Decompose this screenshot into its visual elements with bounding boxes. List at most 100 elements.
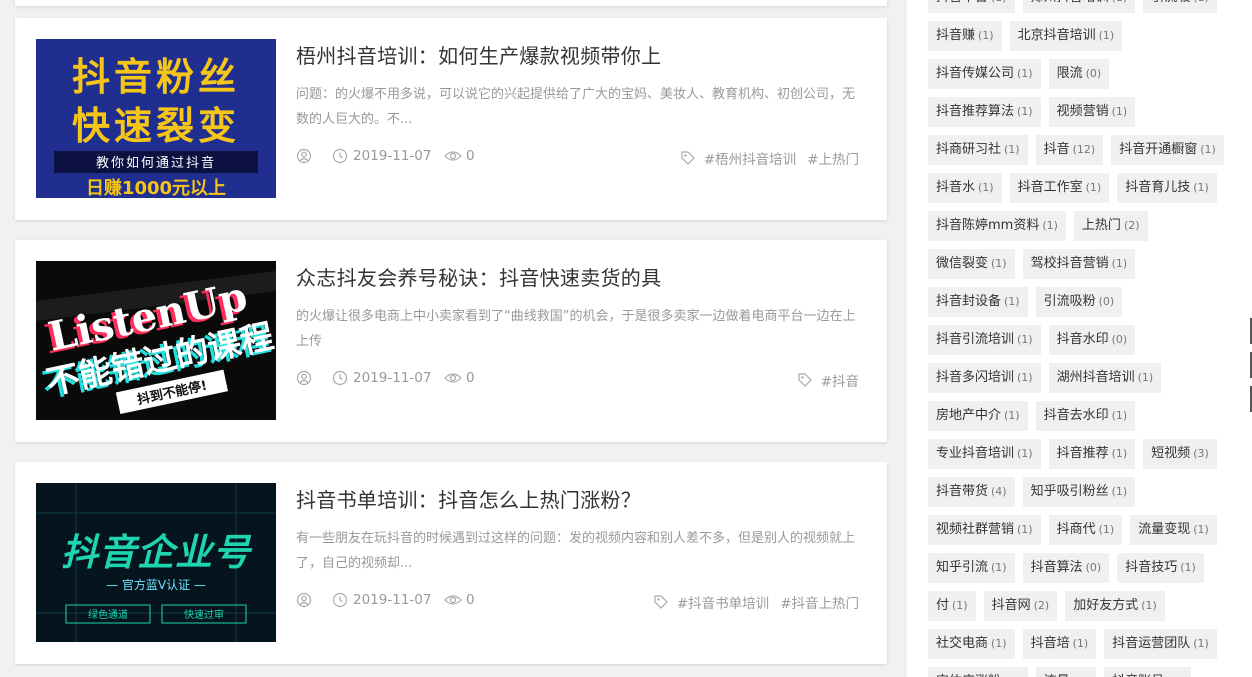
tag-cloud-item[interactable]: 流量(1) xyxy=(1035,667,1097,677)
user-icon[interactable] xyxy=(296,148,312,164)
tag-cloud-item[interactable]: 郑州抖音培训(1) xyxy=(1022,0,1136,13)
tag-cloud-item[interactable]: 抖音推荐 (1) xyxy=(1048,439,1136,469)
tag-cloud-item[interactable]: 抖音水 (1) xyxy=(928,173,1002,203)
tag-cloud-item[interactable]: 抖音多闪培训 (1) xyxy=(928,363,1041,393)
tag-cloud-name: 抖音引流培训 xyxy=(936,332,1015,347)
tag-cloud-item[interactable]: 付 (1) xyxy=(928,591,976,621)
tag-cloud-item[interactable]: 抖音开通橱窗 (1) xyxy=(1111,135,1224,165)
post-thumbnail[interactable]: 抖音粉丝 快速裂变 教你如何通过抖音 日赚1000元以上 xyxy=(36,39,276,198)
post-date: 2019-11-07 xyxy=(353,592,432,608)
tag-cloud-count: (1) xyxy=(1111,409,1128,422)
post-views: 0 xyxy=(466,148,475,164)
post-thumbnail[interactable]: ListenUp ListenUp 不能错过的课程 不能错过的课程 抖到不能停! xyxy=(36,261,276,420)
tag-cloud-item[interactable]: 抖音培 (1) xyxy=(1022,629,1097,659)
tag-cloud-item[interactable]: 实体店涨粉(1) xyxy=(928,667,1028,677)
tag-cloud-count: (1) xyxy=(952,599,968,612)
tag-cloud-item[interactable]: 流量变现 (1) xyxy=(1130,515,1217,545)
post-meta: 2019-11-07 0 #抖音书单培训 #抖音上热门 xyxy=(296,592,859,612)
tag-cloud-item[interactable]: 抖音推荐算法 (1) xyxy=(928,97,1041,127)
user-icon[interactable] xyxy=(296,592,312,608)
tag-cloud-item[interactable]: 抖音陈婷mm资料 (1) xyxy=(928,211,1066,241)
tag-cloud-count: (1) xyxy=(1017,371,1033,384)
tag-cloud-item[interactable]: 驾校抖音营销 (1) xyxy=(1022,249,1136,279)
tag-cloud-count: (1) xyxy=(978,181,994,194)
tag-cloud-item[interactable]: 知乎引流 (1) xyxy=(928,553,1015,583)
post-tag-link[interactable]: #梧州抖音培训 xyxy=(704,148,796,168)
tag-cloud-item[interactable]: 房地产中介 (1) xyxy=(928,401,1028,431)
tag-cloud-count: (1) xyxy=(1141,599,1157,612)
tag-cloud-count: (1) xyxy=(991,0,1007,4)
thumb-line3: 绿色通道 xyxy=(88,608,128,621)
post-meta: 2019-11-07 0 #梧州抖音培训 #上热门 xyxy=(296,148,859,168)
tag-cloud-item[interactable]: 湖州抖音培训 (1) xyxy=(1048,363,1162,393)
tag-cloud-item[interactable]: 视频社群营销 (1) xyxy=(928,515,1041,545)
user-icon[interactable] xyxy=(296,370,312,386)
tag-cloud-item[interactable]: 短视频 (3) xyxy=(1143,439,1217,469)
tag-cloud-item[interactable]: 抖音工作室 (1) xyxy=(1009,173,1110,203)
tag-cloud-item[interactable]: 社交电商 (1) xyxy=(928,629,1015,659)
post-tag-link[interactable]: #抖音 xyxy=(821,370,859,390)
tag-cloud-item[interactable]: 抖音引流培训 (1) xyxy=(928,325,1041,355)
tag-icon xyxy=(680,150,696,166)
tag-cloud-name: 流量变现 xyxy=(1138,522,1191,537)
thumb-line4: 快速过审 xyxy=(184,608,224,621)
post-title[interactable]: 众志抖友会养号秘诀：抖音快速卖货的具 xyxy=(296,262,661,291)
clock-icon xyxy=(332,370,348,386)
tag-cloud-name: 抖音水 xyxy=(936,180,976,195)
tag-cloud-item[interactable]: 限流 (0) xyxy=(1048,59,1110,89)
tag-cloud-item[interactable]: 抖音技巧 (1) xyxy=(1117,553,1204,583)
tag-cloud-name: 抖音算法 xyxy=(1030,560,1083,575)
tag-cloud-count: (0) xyxy=(1085,67,1102,80)
tag-cloud-item[interactable]: 微信裂变 (1) xyxy=(928,249,1015,279)
tag-cloud-count: (1) xyxy=(1004,295,1020,308)
tag-cloud-item[interactable]: 抖音水印 (0) xyxy=(1048,325,1136,355)
tag-cloud-item[interactable]: 抖音算法 (0) xyxy=(1022,553,1110,583)
tag-cloud-name: 抖音 xyxy=(1043,142,1070,157)
tag-cloud-item[interactable]: 抖音运营团队 (1) xyxy=(1104,629,1217,659)
tag-cloud-item[interactable]: 抖音 (12) xyxy=(1035,135,1104,165)
tag-cloud-item[interactable]: 上热门 (2) xyxy=(1073,211,1148,241)
tag-cloud-count: (1) xyxy=(1085,181,1102,194)
thumb-line3: 教你如何通过抖音 xyxy=(96,155,216,171)
tag-cloud-item[interactable]: 知乎吸引粉丝 (1) xyxy=(1022,477,1136,507)
tag-cloud-count: (1) xyxy=(1111,257,1128,270)
tag-cloud-name: 限流 xyxy=(1056,66,1083,81)
post-title[interactable]: 抖音书单培训：抖音怎么上热门涨粉？ xyxy=(296,484,641,513)
post-tag-link[interactable]: #抖音上热门 xyxy=(780,592,859,612)
post-tags: #抖音 xyxy=(797,370,859,390)
tag-cloud-item[interactable]: 北京抖音培训 (1) xyxy=(1009,21,1123,51)
post-thumbnail[interactable]: 抖音企业号 — 官方蓝V认证 — 绿色通道 快速过审 xyxy=(36,483,276,642)
tag-cloud-count: (1) xyxy=(978,29,994,42)
tag-cloud-name: 抖音陈婷mm资料 xyxy=(936,218,1040,233)
tag-cloud-item[interactable]: 抖音育儿技 (1) xyxy=(1117,173,1217,203)
tag-cloud-count: (1) xyxy=(1017,447,1033,460)
tag-cloud-item[interactable]: 抖商研习社 (1) xyxy=(928,135,1028,165)
tag-cloud-item[interactable]: 视频营销 (1) xyxy=(1048,97,1136,127)
tag-cloud-item[interactable]: 引流吸粉 (0) xyxy=(1035,287,1123,317)
tag-cloud-item[interactable]: 加好友方式 (1) xyxy=(1065,591,1165,621)
tag-cloud-item[interactable]: 抖商代 (1) xyxy=(1048,515,1123,545)
post-tag-link[interactable]: #抖音书单培训 xyxy=(677,592,769,612)
tag-cloud-item[interactable]: 抖音平台(1) xyxy=(928,0,1015,13)
tag-cloud-item[interactable]: 引流吸(1) xyxy=(1143,0,1217,13)
tag-cloud-item[interactable]: 抖音去水印 (1) xyxy=(1035,401,1136,431)
tag-cloud-count: (0) xyxy=(1111,333,1128,346)
tag-cloud-item[interactable]: 专业抖音培训 (1) xyxy=(928,439,1041,469)
tag-cloud-name: 短视频 xyxy=(1151,446,1191,461)
post-excerpt: 的火爆让很多电商上中小卖家看到了“曲线救国”的机会，于是很多卖家一边做着电商平台… xyxy=(296,309,856,349)
eye-icon xyxy=(444,371,462,385)
tag-cloud-item[interactable]: 抖音封设备 (1) xyxy=(928,287,1028,317)
tag-cloud-item[interactable]: 抖音带货 (4) xyxy=(928,477,1015,507)
tag-cloud-count: (1) xyxy=(1004,143,1020,156)
post-title[interactable]: 梧州抖音培训：如何生产爆款视频带你上 xyxy=(296,40,661,69)
thumb-line1: 抖音粉丝 xyxy=(72,55,240,99)
post-tag-link[interactable]: #上热门 xyxy=(807,148,859,168)
tag-cloud-item[interactable]: 抖音传媒公司 (1) xyxy=(928,59,1041,89)
tag-cloud-item[interactable]: 抖音账号(0) xyxy=(1104,667,1191,677)
tag-cloud-count: (1) xyxy=(1017,67,1033,80)
tag-icon xyxy=(797,372,813,388)
tag-cloud-name: 抖商代 xyxy=(1056,522,1096,537)
tag-cloud-item[interactable]: 抖音网 (2) xyxy=(983,591,1058,621)
tag-cloud-item[interactable]: 抖音赚 (1) xyxy=(928,21,1002,51)
tag-cloud-name: 抖音育儿技 xyxy=(1125,180,1191,195)
